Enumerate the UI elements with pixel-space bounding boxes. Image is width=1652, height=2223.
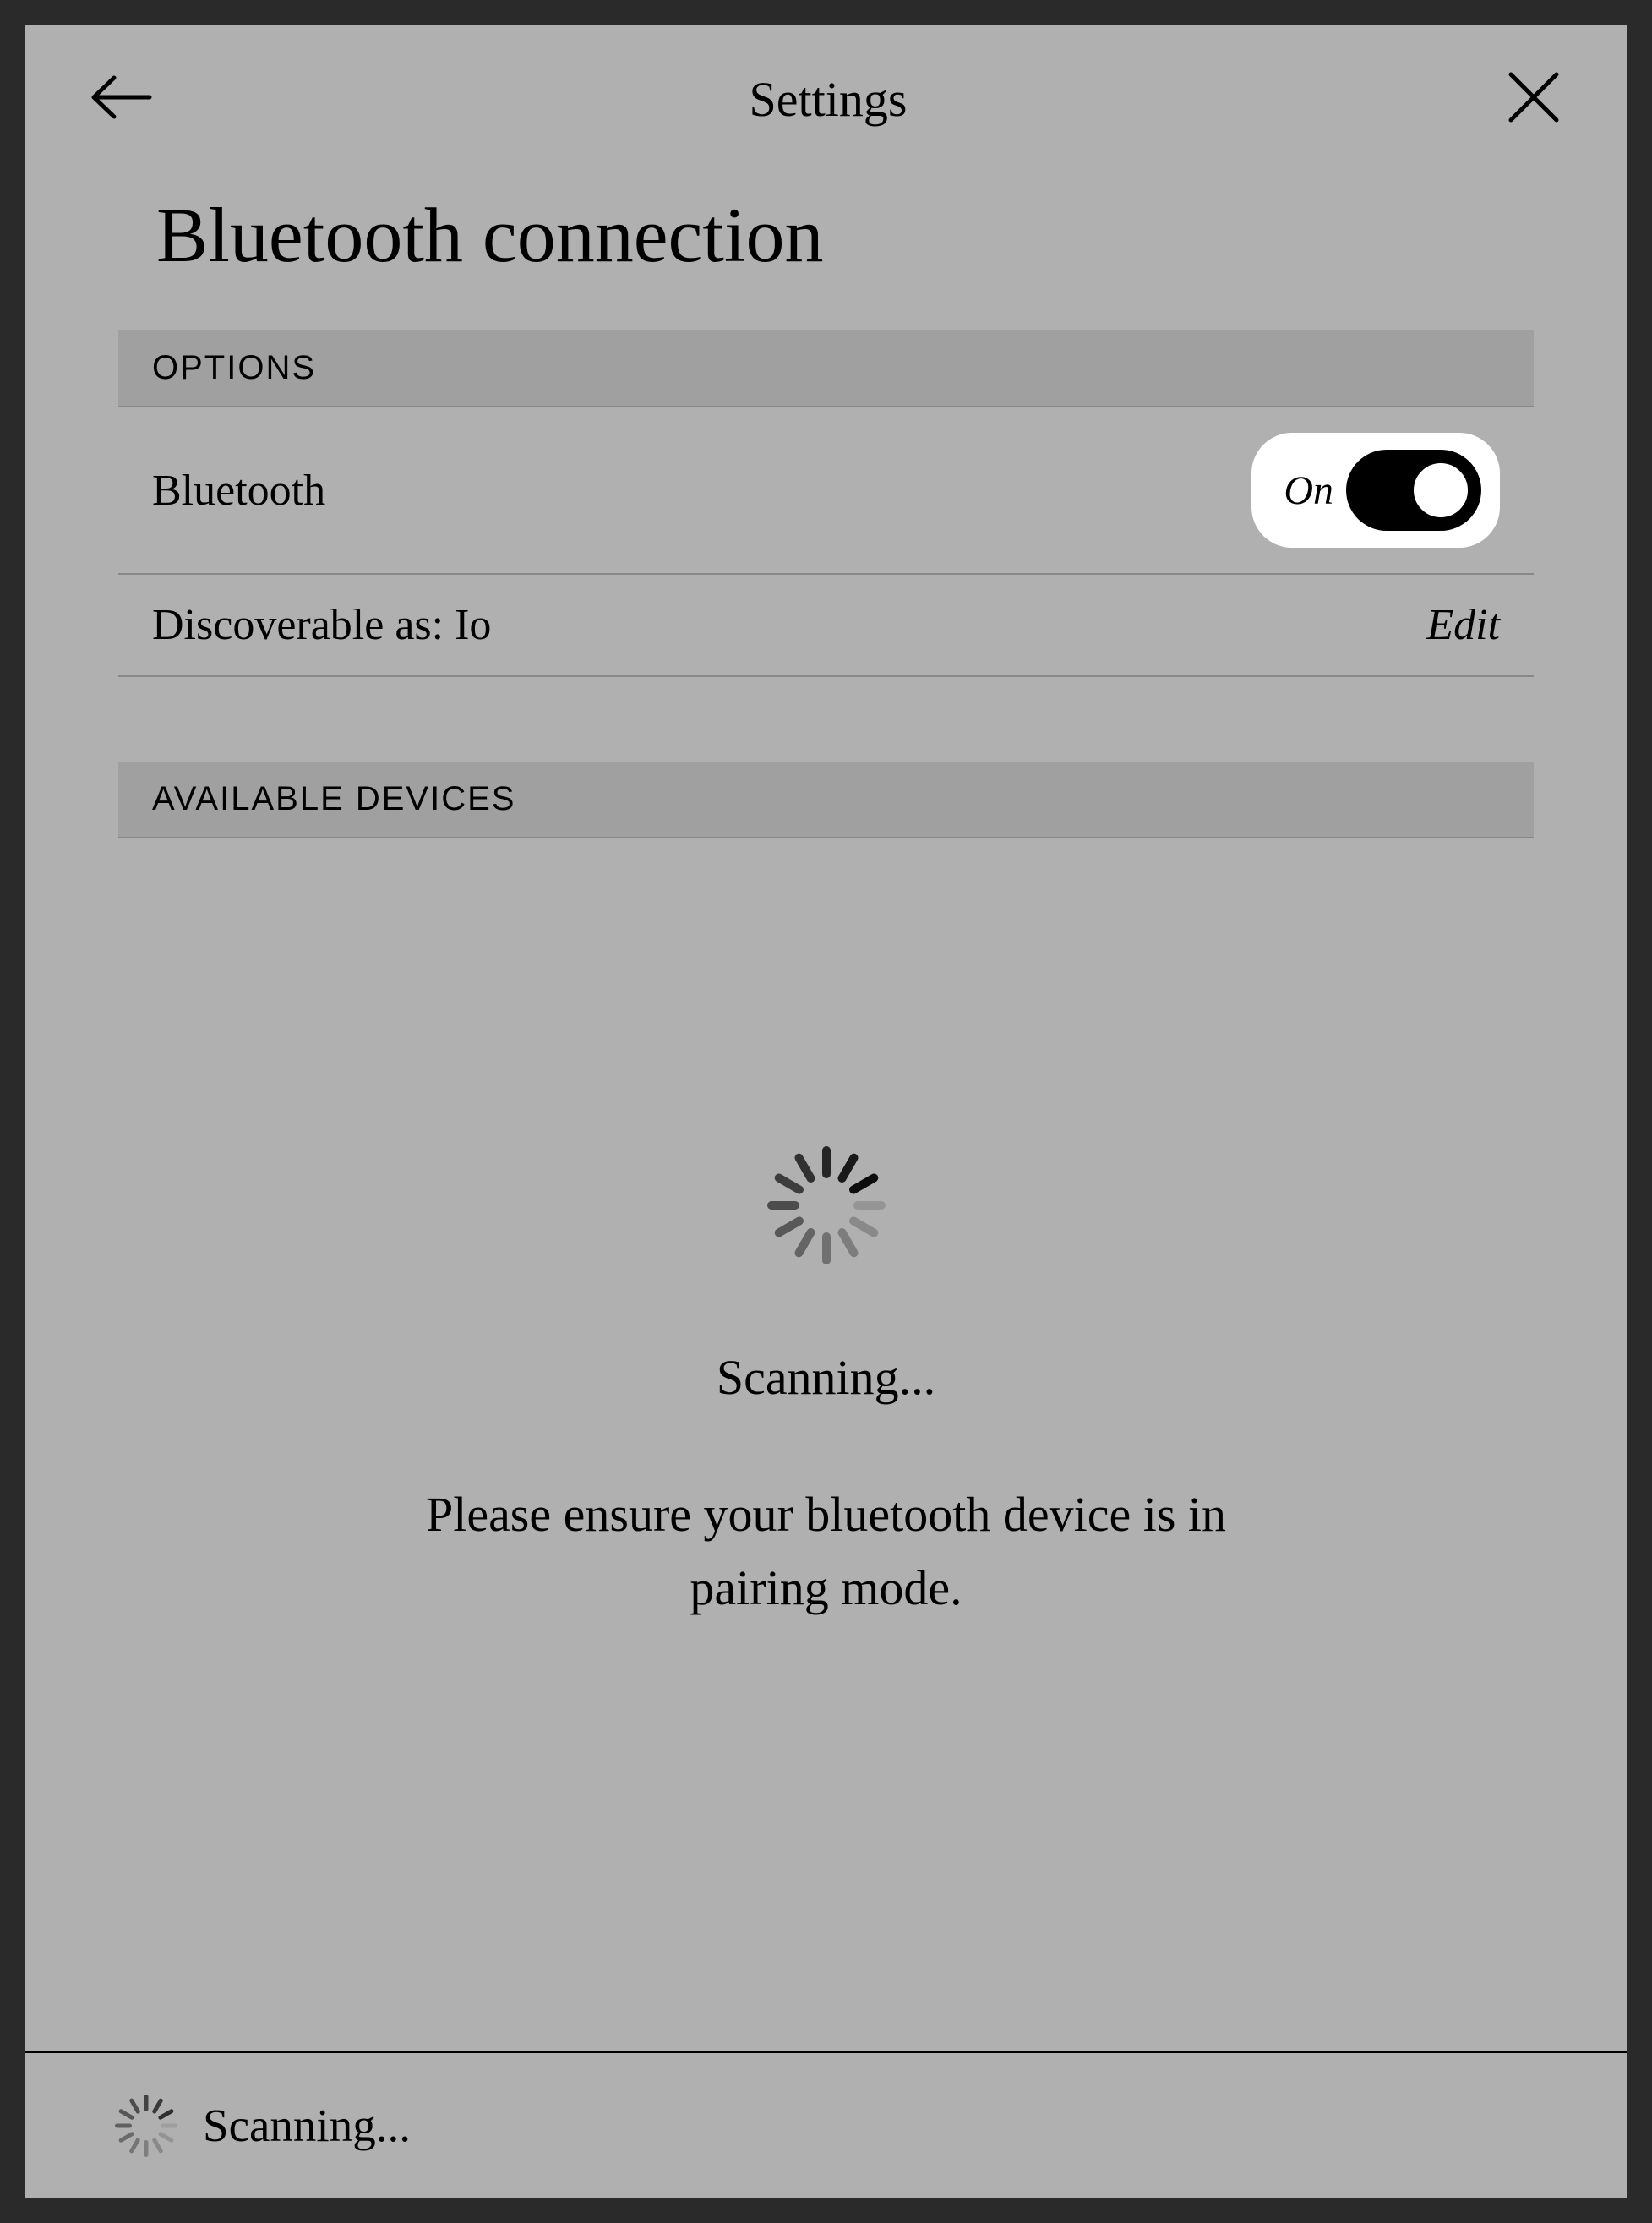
bluetooth-label: Bluetooth	[152, 466, 325, 516]
footer-bar: Scanning...	[25, 2051, 1627, 2198]
close-icon	[1504, 68, 1563, 127]
discoverable-label: Discoverable as: Io	[152, 600, 491, 650]
toggle-state-label: On	[1284, 467, 1333, 514]
loading-spinner-icon	[767, 1146, 886, 1264]
back-arrow-icon	[89, 73, 152, 122]
scanning-instruction-text: Please ensure your bluetooth device is i…	[362, 1477, 1291, 1625]
bluetooth-toggle[interactable]: On	[1251, 433, 1500, 548]
scanning-status-text: Scanning...	[717, 1349, 935, 1406]
toggle-switch	[1346, 450, 1481, 531]
close-button[interactable]	[1504, 68, 1563, 131]
footer-status-text: Scanning...	[203, 2099, 411, 2152]
toggle-knob	[1405, 455, 1476, 526]
section-spacer	[25, 677, 1627, 762]
page-title: Bluetooth connection	[25, 165, 1627, 330]
header-bar: Settings	[25, 25, 1627, 165]
devices-header-text: AVAILABLE DEVICES	[152, 780, 1500, 818]
footer-spinner-icon	[114, 2094, 177, 2157]
header-title: Settings	[750, 71, 908, 128]
edit-discoverable-button[interactable]: Edit	[1426, 600, 1500, 650]
bluetooth-toggle-row: Bluetooth On	[118, 407, 1534, 575]
devices-section-header: AVAILABLE DEVICES	[118, 762, 1534, 838]
settings-panel: Settings Bluetooth connection OPTIONS Bl…	[25, 25, 1627, 2198]
discoverable-row: Discoverable as: Io Edit	[118, 575, 1534, 677]
options-header-text: OPTIONS	[152, 349, 1500, 387]
options-section-header: OPTIONS	[118, 330, 1534, 407]
scanning-content-area: Scanning... Please ensure your bluetooth…	[25, 838, 1627, 2051]
back-button[interactable]	[89, 73, 152, 126]
